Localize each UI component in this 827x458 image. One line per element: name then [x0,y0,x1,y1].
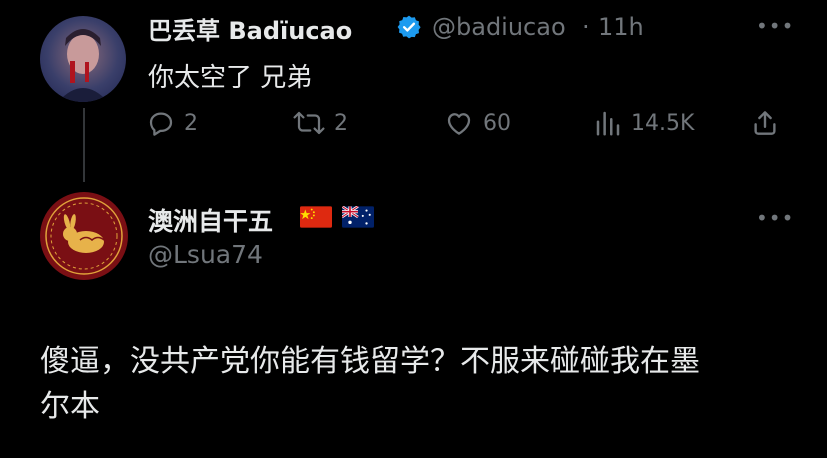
china-flag-icon [300,206,332,228]
views-count: 14.5K [631,110,695,136]
handle[interactable]: @badiucao [432,13,566,41]
share-button[interactable] [750,108,780,138]
retweet-icon [293,111,325,135]
separator-dot: · [582,13,590,41]
like-icon [447,113,471,135]
retweet-button[interactable]: 2 [292,108,348,138]
display-name[interactable]: 巴丢草 Badïucao [148,11,352,46]
more-options-icon[interactable]: ••• [756,206,794,230]
avatar-lsua74[interactable] [40,192,128,280]
tweet-text: 你太空了 兄弟 [148,63,313,93]
more-options-icon[interactable]: ••• [756,14,794,38]
retweet-count: 2 [334,110,348,136]
reply-count: 2 [184,110,198,136]
views-icon [596,111,620,136]
timestamp[interactable]: 11h [598,13,644,41]
australia-flag-icon [342,206,374,228]
verified-badge-icon [397,15,421,39]
thread-connector-line [83,108,85,182]
like-count: 60 [483,110,511,136]
reply-button[interactable]: 2 [146,108,198,138]
share-icon [754,111,776,135]
handle[interactable]: @Lsua74 [148,240,263,269]
tweet-text-line-1: 傻逼，没共产党你能有钱留学？不服来碰碰我在墨 [40,344,700,379]
display-name[interactable]: 澳洲自干五 [148,202,273,238]
avatar-badiucao[interactable] [40,16,126,102]
tweet-text-line-2: 尔本 [40,389,100,424]
views-button[interactable]: 14.5K [593,108,694,138]
like-button[interactable]: 60 [443,108,511,138]
reply-icon [149,112,173,136]
